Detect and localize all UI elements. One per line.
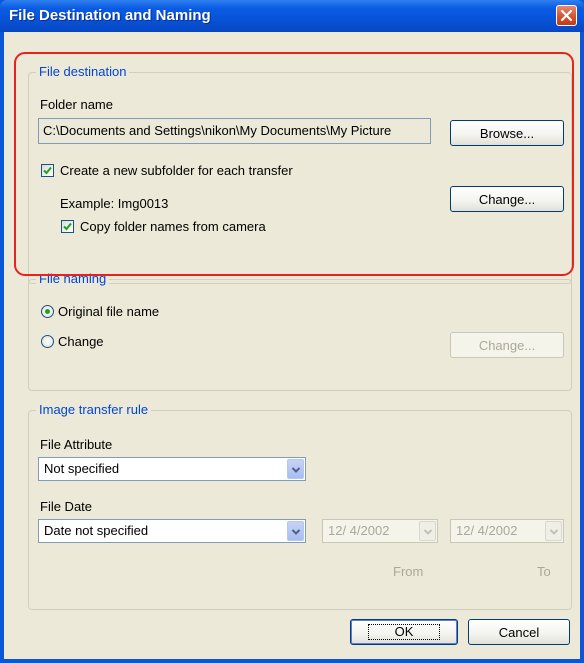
change-name-label[interactable]: Change bbox=[58, 334, 104, 349]
file-attribute-select[interactable]: Not specified bbox=[38, 457, 306, 481]
to-label: To bbox=[537, 564, 551, 579]
to-date-value: 12/ 4/2002 bbox=[456, 523, 518, 538]
dropdown-button[interactable] bbox=[287, 459, 304, 479]
cancel-button[interactable]: Cancel bbox=[468, 619, 570, 645]
folder-name-label: Folder name bbox=[40, 97, 113, 112]
chevron-down-icon bbox=[549, 529, 559, 535]
dropdown-button[interactable] bbox=[545, 521, 562, 541]
to-date-picker[interactable]: 12/ 4/2002 bbox=[450, 519, 564, 543]
copy-folder-names-label[interactable]: Copy folder names from camera bbox=[80, 219, 266, 234]
chevron-down-icon bbox=[291, 529, 301, 535]
example-text: Example: Img0013 bbox=[60, 196, 169, 211]
change-name-radio[interactable] bbox=[41, 335, 54, 348]
dialog-body: File destination Folder name C:\Document… bbox=[4, 32, 580, 659]
copy-folder-names-checkbox[interactable] bbox=[61, 220, 74, 233]
close-icon bbox=[560, 9, 573, 22]
folder-name-field[interactable]: C:\Documents and Settings\nikon\My Docum… bbox=[38, 118, 431, 144]
original-name-radio[interactable] bbox=[41, 305, 54, 318]
from-label: From bbox=[393, 564, 424, 579]
destination-change-button[interactable]: Change... bbox=[450, 186, 564, 212]
image-transfer-rule-title: Image transfer rule bbox=[36, 402, 152, 418]
file-date-select[interactable]: Date not specified bbox=[38, 519, 306, 543]
file-date-label: File Date bbox=[40, 499, 93, 514]
chevron-down-icon bbox=[291, 467, 301, 473]
checkmark-icon bbox=[43, 166, 52, 175]
browse-button[interactable]: Browse... bbox=[450, 120, 564, 146]
checkmark-icon bbox=[63, 222, 72, 231]
dropdown-button[interactable] bbox=[419, 521, 436, 541]
from-date-picker[interactable]: 12/ 4/2002 bbox=[322, 519, 438, 543]
naming-change-button[interactable]: Change... bbox=[450, 332, 564, 358]
dropdown-button[interactable] bbox=[287, 521, 304, 541]
file-date-value: Date not specified bbox=[44, 523, 149, 538]
from-date-value: 12/ 4/2002 bbox=[328, 523, 390, 538]
naming-change-label: Change... bbox=[478, 337, 536, 353]
file-attribute-label: File Attribute bbox=[40, 437, 113, 452]
ok-button-label: OK bbox=[367, 624, 441, 640]
file-attribute-value: Not specified bbox=[44, 461, 120, 476]
ok-button[interactable]: OK bbox=[350, 619, 458, 645]
browse-button-label: Browse... bbox=[479, 125, 535, 141]
title-bar[interactable]: File Destination and Naming bbox=[0, 0, 584, 32]
original-name-label[interactable]: Original file name bbox=[58, 304, 159, 319]
dialog-window: File Destination and Naming File destina… bbox=[0, 0, 584, 663]
window-title: File Destination and Naming bbox=[9, 7, 211, 24]
subfolder-checkbox[interactable] bbox=[41, 164, 54, 177]
close-button[interactable] bbox=[556, 5, 577, 26]
destination-change-label: Change... bbox=[478, 191, 536, 207]
file-naming-title: File naming bbox=[36, 271, 110, 287]
chevron-down-icon bbox=[423, 529, 433, 535]
subfolder-checkbox-label[interactable]: Create a new subfolder for each transfer bbox=[60, 163, 293, 178]
file-destination-title: File destination bbox=[36, 64, 130, 80]
cancel-button-label: Cancel bbox=[498, 624, 540, 640]
